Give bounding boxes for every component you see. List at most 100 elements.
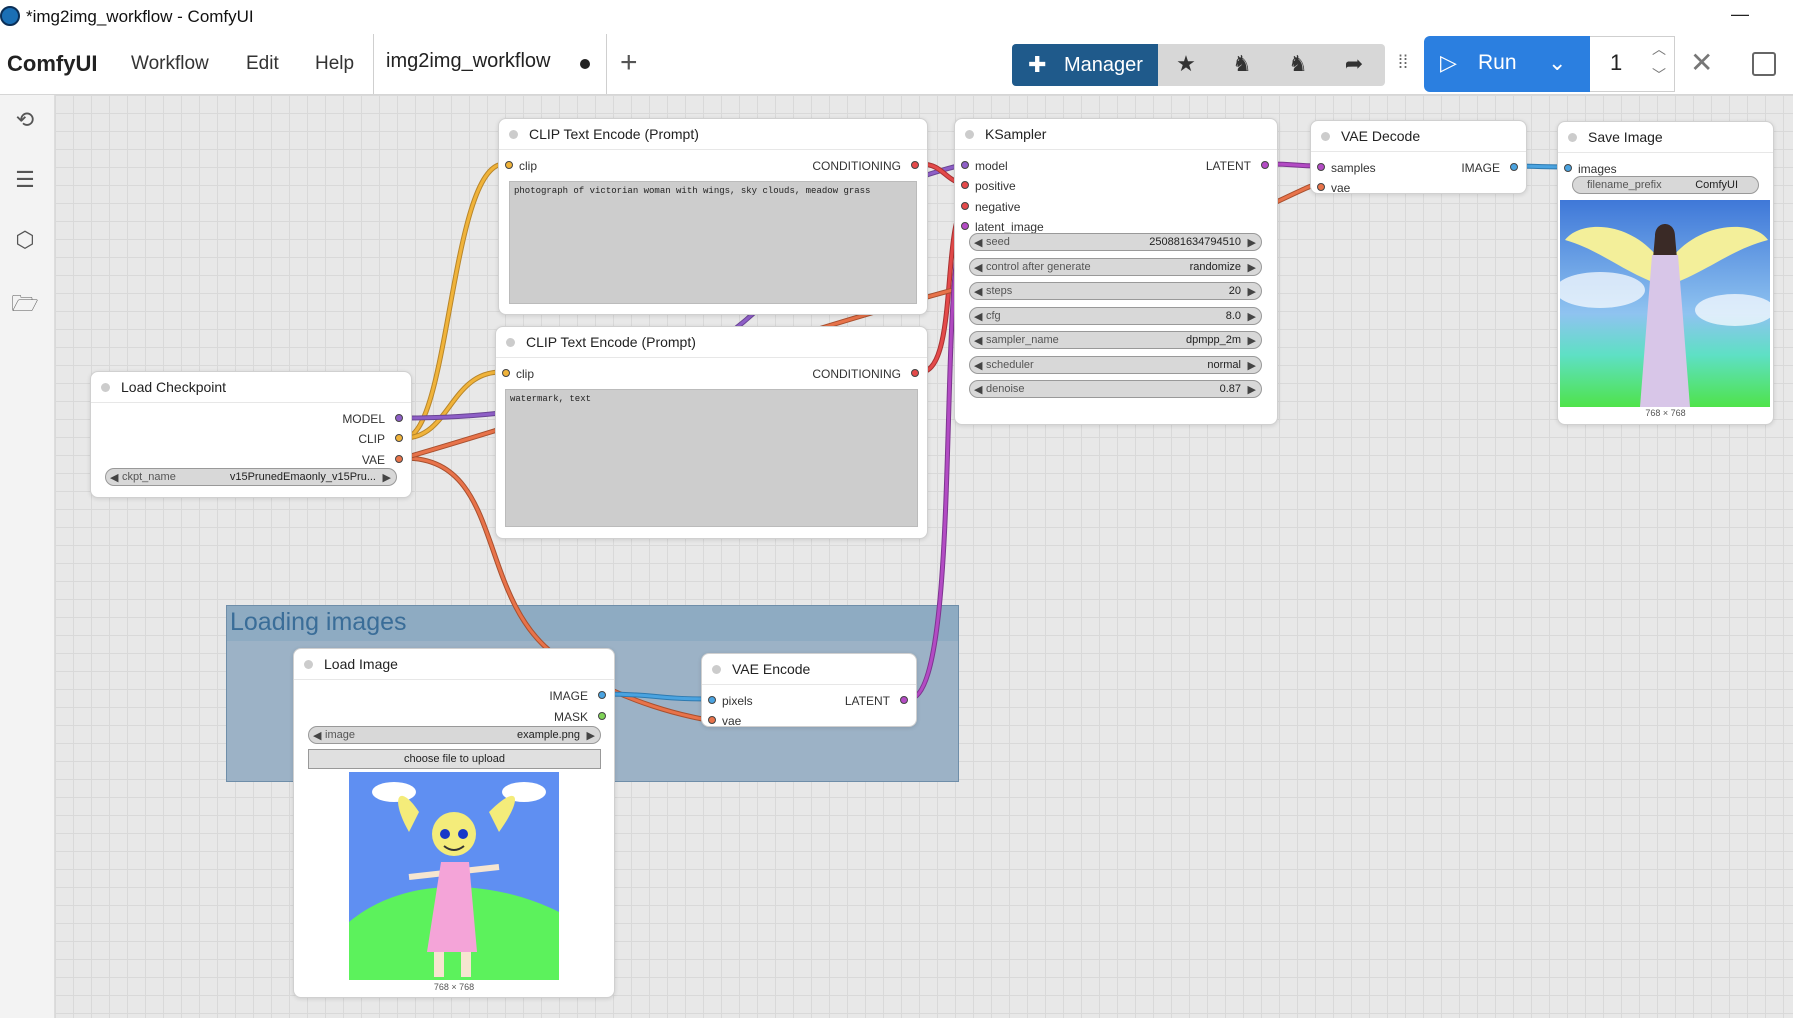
output-vae-dot[interactable] [395,455,403,463]
output-image-preview[interactable] [1560,200,1770,407]
decrement-arrow-icon[interactable]: ◀ [974,285,982,298]
share-alt-icon[interactable]: ♞ [1280,51,1316,77]
input-clip-dot[interactable] [502,369,510,377]
decrement-arrow-icon[interactable]: ◀ [974,310,982,323]
collapse-dot-icon[interactable] [965,130,974,139]
output-mask-dot[interactable] [598,712,606,720]
increment-arrow-icon[interactable]: ▶ [1248,261,1256,274]
node-header[interactable]: CLIP Text Encode (Prompt) [496,327,927,358]
widget-steps[interactable]: ◀ steps 20 ▶ [969,282,1262,300]
input-vae-dot[interactable] [1317,183,1325,191]
output-clip-dot[interactable] [395,434,403,442]
increment-arrow-icon[interactable]: ▶ [587,729,595,742]
node-load-checkpoint[interactable]: Load Checkpoint MODEL CLIP VAE ◀ ckpt_nam… [90,371,412,498]
drag-handle-icon[interactable]: ⁞⁞ [1398,52,1408,73]
collapse-dot-icon[interactable] [509,130,518,139]
share-icon[interactable]: ♞ [1224,51,1260,77]
decrement-arrow-icon[interactable]: ◀ [110,471,118,484]
close-icon[interactable]: ✕ [1690,46,1713,79]
output-model-dot[interactable] [395,414,403,422]
input-positive-dot[interactable] [961,181,969,189]
chevron-down-icon[interactable]: ⌄ [1548,50,1566,76]
menu-help[interactable]: Help [315,53,354,75]
node-clip-text-encode-positive[interactable]: CLIP Text Encode (Prompt) clip CONDITION… [498,118,928,315]
increment-arrow-icon[interactable]: ▶ [1248,310,1256,323]
prompt-textarea[interactable]: watermark, text [505,389,918,527]
widget-seed[interactable]: ◀ seed 250881634794510 ▶ [969,233,1262,251]
output-latent-dot[interactable] [1261,161,1269,169]
node-header[interactable]: VAE Decode [1311,121,1526,152]
collapse-dot-icon[interactable] [1568,133,1577,142]
decrement-arrow-icon[interactable]: ◀ [974,236,982,249]
node-ksampler[interactable]: KSampler model positive negative latent_… [954,118,1278,425]
run-button[interactable]: ▷ Run ⌄ [1424,36,1590,92]
widget-filename-prefix[interactable]: filename_prefix ComfyUI [1572,176,1759,194]
model-library-cube-icon[interactable]: ⬡ [10,227,40,257]
output-image-dot[interactable] [1510,163,1518,171]
widget-sampler-name[interactable]: ◀ sampler_name dpmpp_2m ▶ [969,331,1262,349]
prompt-textarea[interactable]: photograph of victorian woman with wings… [509,181,917,304]
collapse-dot-icon[interactable] [101,383,110,392]
widget-ckpt-name[interactable]: ◀ ckpt_name v15PrunedEmaonly_v15Pru... ▶ [105,468,397,486]
output-conditioning-dot[interactable] [911,369,919,377]
output-image-dot[interactable] [598,691,606,699]
increment-arrow-icon[interactable]: ▶ [1248,359,1256,372]
collapse-dot-icon[interactable] [712,665,721,674]
choose-file-upload-button[interactable]: choose file to upload [308,749,601,769]
node-load-image[interactable]: Load Image IMAGE MASK ◀ image example.png ▶… [293,648,615,998]
node-vae-decode[interactable]: VAE Decode samples vae IMAGE [1310,120,1527,195]
node-header[interactable]: Load Checkpoint [91,372,411,403]
increment-arrow-icon[interactable]: ▶ [383,471,391,484]
widget-image[interactable]: ◀ image example.png ▶ [308,726,601,744]
history-icon[interactable]: ⟲ [10,107,40,137]
node-header[interactable]: CLIP Text Encode (Prompt) [499,119,927,150]
workflows-folder-icon[interactable]: 🗁 [10,287,40,317]
decrement-arrow-icon[interactable]: ◀ [974,359,982,372]
queue-count-stepper[interactable]: 1 ︿ ﹀ [1590,36,1675,92]
chevron-up-icon[interactable]: ︿ [1652,39,1666,59]
forward-arrow-icon[interactable]: ➦ [1336,51,1372,77]
input-clip-dot[interactable] [505,161,513,169]
decrement-arrow-icon[interactable]: ◀ [313,729,321,742]
menu-workflow[interactable]: Workflow [131,53,209,75]
node-header[interactable]: VAE Encode [702,654,916,685]
menu-edit[interactable]: Edit [246,53,279,75]
input-images-dot[interactable] [1564,164,1572,172]
maximize-icon[interactable] [1752,52,1776,76]
node-clip-text-encode-negative[interactable]: CLIP Text Encode (Prompt) clip CONDITION… [495,326,928,539]
queue-list-icon[interactable]: ☰ [10,167,40,197]
widget-denoise[interactable]: ◀ denoise 0.87 ▶ [969,380,1262,398]
decrement-arrow-icon[interactable]: ◀ [974,334,982,347]
input-latent-image-dot[interactable] [961,222,969,230]
increment-arrow-icon[interactable]: ▶ [1248,334,1256,347]
tab-workflow[interactable]: img2img_workflow [373,34,607,94]
input-negative-dot[interactable] [961,202,969,210]
chevron-down-small-icon[interactable]: ﹀ [1652,65,1666,85]
input-vae-dot[interactable] [708,716,716,724]
node-header[interactable]: KSampler [955,119,1277,150]
collapse-dot-icon[interactable] [506,338,515,347]
node-save-image[interactable]: Save Image images filename_prefix ComfyUI [1557,121,1774,425]
widget-cfg[interactable]: ◀ cfg 8.0 ▶ [969,307,1262,325]
manager-button[interactable]: ✚ Manager [1012,44,1158,86]
new-tab-plus-icon[interactable]: + [620,46,638,80]
increment-arrow-icon[interactable]: ▶ [1248,285,1256,298]
input-image-preview[interactable] [349,772,559,980]
widget-control-after-generate[interactable]: ◀ control after generate randomize ▶ [969,258,1262,276]
decrement-arrow-icon[interactable]: ◀ [974,383,982,396]
output-conditioning-dot[interactable] [911,161,919,169]
widget-scheduler[interactable]: ◀ scheduler normal ▶ [969,356,1262,374]
node-header[interactable]: Save Image [1558,122,1773,153]
graph-canvas[interactable]: Loading images CLIP Text Encode (Prompt)… [55,95,1793,1018]
node-header[interactable]: Load Image [294,649,614,680]
input-samples-dot[interactable] [1317,163,1325,171]
collapse-dot-icon[interactable] [1321,132,1330,141]
minimize-icon[interactable]: — [1731,4,1749,24]
decrement-arrow-icon[interactable]: ◀ [974,261,982,274]
node-vae-encode[interactable]: VAE Encode pixels vae LATENT [701,653,917,728]
star-icon[interactable]: ★ [1168,51,1204,77]
input-pixels-dot[interactable] [708,696,716,704]
output-latent-dot[interactable] [900,696,908,704]
increment-arrow-icon[interactable]: ▶ [1248,236,1256,249]
input-model-dot[interactable] [961,161,969,169]
